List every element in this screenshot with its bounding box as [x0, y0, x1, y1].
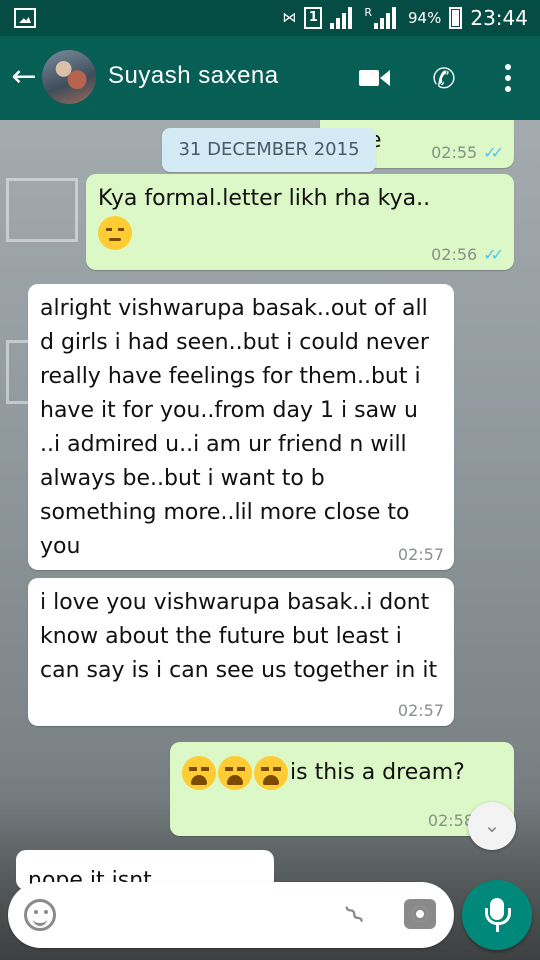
status-bar: ⋈ 1 R 94% 23:44 — [0, 0, 540, 36]
gallery-notification-icon — [14, 8, 36, 28]
clock: 23:44 — [470, 6, 528, 30]
signal-icon — [330, 7, 356, 29]
message-meta: 02:56 ✓✓ — [431, 245, 504, 264]
message-composer: ⌇ — [8, 882, 454, 948]
message-content: is this a dream? — [182, 756, 502, 790]
emoji-icon[interactable] — [24, 899, 56, 931]
crying-face-emoji — [218, 756, 252, 790]
voice-record-button[interactable] — [462, 880, 532, 950]
home-ghost-icon — [6, 178, 78, 242]
date-chip: 31 DECEMBER 2015 — [162, 128, 376, 172]
message-bubble-outgoing[interactable]: is this a dream? 02:58 — [170, 742, 514, 836]
message-bubble-incoming[interactable]: alright vishwarupa basak..out of all d g… — [28, 284, 454, 570]
message-meta: 02:57 — [398, 701, 444, 720]
signal-icon-2 — [374, 7, 400, 29]
message-bubble-incoming[interactable]: i love you vishwarupa basak..i dont know… — [28, 578, 454, 726]
message-meta: 02:55 ✓✓ — [431, 143, 504, 162]
microphone-icon — [485, 898, 511, 932]
chat-header: ← Suyash saxena ✆ — [0, 36, 540, 120]
roaming-label: R — [364, 6, 373, 19]
battery-percent: 94% — [408, 9, 442, 27]
battery-icon — [449, 7, 463, 29]
crying-face-emoji — [182, 756, 216, 790]
sim-icon: 1 — [304, 7, 323, 29]
read-ticks-icon: ✓✓ — [483, 245, 504, 264]
more-options-icon[interactable] — [490, 60, 526, 96]
read-ticks-icon: ✓✓ — [483, 143, 504, 162]
phone-call-icon[interactable]: ✆ — [426, 60, 462, 96]
unamused-face-emoji — [98, 216, 132, 250]
chat-area[interactable]: e 02:55 ✓✓ 31 DECEMBER 2015 Kya formal.l… — [0, 120, 540, 960]
message-meta: 02:57 — [398, 545, 444, 564]
message-time: 02:57 — [397, 545, 444, 564]
back-arrow-icon[interactable]: ← — [8, 62, 40, 94]
message-text: i love you vishwarupa basak..i dont know… — [40, 590, 438, 683]
message-time: 02:56 — [431, 245, 478, 264]
message-text: alright vishwarupa basak..out of all d g… — [40, 296, 436, 559]
status-icons: ⋈ 1 R 94% 23:44 — [282, 6, 528, 30]
camera-icon[interactable] — [404, 899, 436, 929]
message-text: Kya formal.letter likh rha kya.. — [98, 186, 431, 211]
message-time: 02:55 — [431, 143, 478, 162]
message-bubble-outgoing[interactable]: Kya formal.letter likh rha kya.. 02:56 ✓… — [86, 174, 514, 270]
video-call-icon[interactable] — [356, 60, 392, 96]
crying-face-emoji — [254, 756, 288, 790]
scroll-to-bottom-button[interactable]: ⌄ — [468, 802, 516, 850]
avatar[interactable] — [42, 50, 96, 104]
vibrate-icon: ⋈ — [282, 10, 297, 26]
attachment-paperclip-icon[interactable]: ⌇ — [331, 891, 382, 942]
chevron-down-icon: ⌄ — [483, 813, 501, 837]
message-time: 02:57 — [397, 701, 444, 720]
message-text: is this a dream? — [290, 760, 465, 785]
message-input[interactable] — [70, 896, 330, 934]
contact-name[interactable]: Suyash saxena — [108, 62, 279, 90]
